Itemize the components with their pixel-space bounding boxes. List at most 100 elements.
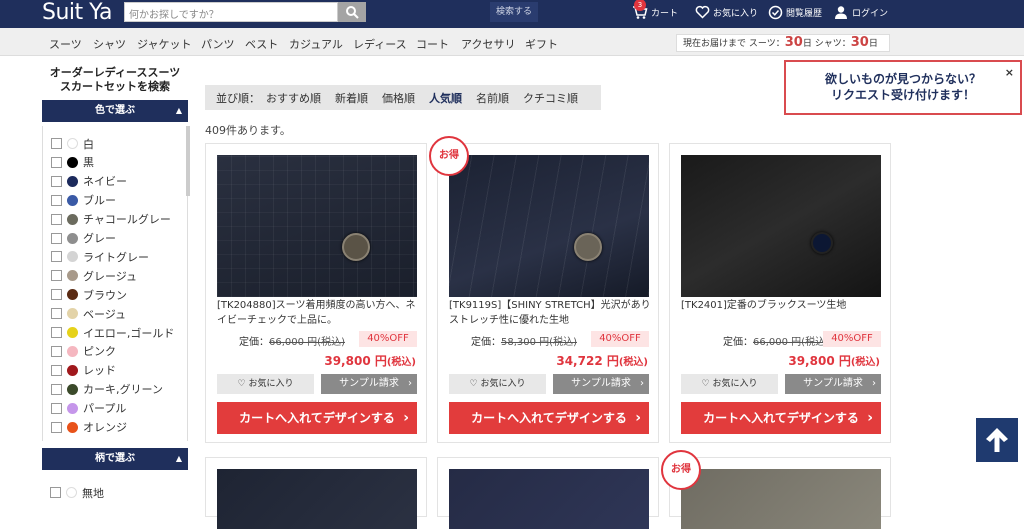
category-suits[interactable]: スーツ bbox=[49, 36, 82, 52]
color-option[interactable]: カーキ,グリーン bbox=[51, 380, 163, 399]
checkbox[interactable] bbox=[51, 327, 62, 338]
sample-request-button[interactable]: サンプル請求 › bbox=[553, 374, 649, 394]
list-price-label: 定価： bbox=[471, 337, 501, 348]
checkbox[interactable] bbox=[51, 402, 62, 414]
product-card[interactable]: [TK204880]スーツ着用頻度の高い方へ、ネイビーチェックで上品に。 定価：… bbox=[205, 143, 427, 443]
chevron-right-icon: › bbox=[640, 378, 644, 389]
color-option[interactable]: ブルー bbox=[51, 191, 116, 210]
sort-option-popular[interactable]: 人気順 bbox=[429, 90, 462, 106]
product-card[interactable]: [TK2401]定番のブラックスーツ生地 定価：66,000 円(税込) 40%… bbox=[669, 143, 891, 443]
sort-option-reviews[interactable]: クチコミ順 bbox=[523, 90, 578, 106]
fabric-image[interactable] bbox=[217, 155, 417, 297]
category-coats[interactable]: コート bbox=[416, 36, 449, 52]
color-swatch bbox=[67, 270, 78, 282]
category-ladies[interactable]: レディース bbox=[353, 36, 407, 52]
search-button[interactable] bbox=[338, 2, 366, 22]
delivery-day-unit-2: 日 bbox=[868, 39, 878, 49]
color-option[interactable]: ライトグレー bbox=[51, 247, 149, 266]
color-option[interactable]: ブラウン bbox=[51, 285, 127, 304]
delivery-prefix: 現在お届けまで bbox=[683, 39, 747, 49]
back-to-top-button[interactable] bbox=[976, 418, 1018, 462]
category-vests[interactable]: ベスト bbox=[245, 36, 278, 52]
category-accessories[interactable]: アクセサリ bbox=[461, 36, 515, 52]
product-title[interactable]: [TK204880]スーツ着用頻度の高い方へ、ネイビーチェックで上品に。 bbox=[217, 298, 421, 328]
product-card[interactable] bbox=[205, 457, 427, 529]
product-card[interactable] bbox=[437, 457, 659, 529]
checkbox[interactable] bbox=[51, 251, 62, 263]
arrow-up-icon bbox=[986, 428, 1008, 452]
sort-option-newest[interactable]: 新着順 bbox=[335, 90, 368, 106]
category-gifts[interactable]: ギフト bbox=[525, 36, 558, 52]
add-favorite-button[interactable]: ♡ お気に入り bbox=[217, 374, 314, 394]
sort-option-price[interactable]: 価格順 bbox=[382, 90, 415, 106]
color-filter-heading[interactable]: 色で選ぶ ▲ bbox=[42, 100, 188, 122]
product-card[interactable] bbox=[669, 457, 891, 529]
checkbox[interactable] bbox=[51, 213, 62, 225]
color-option-label: イエロー,ゴールド bbox=[83, 326, 175, 340]
checkbox[interactable] bbox=[51, 270, 62, 282]
checkbox[interactable] bbox=[51, 232, 62, 244]
sidebar-title-line2: スカートセットを検索 bbox=[60, 80, 170, 93]
pattern-option[interactable]: 無地 bbox=[50, 483, 104, 502]
checkbox[interactable] bbox=[51, 364, 62, 376]
color-option[interactable]: 白 bbox=[51, 134, 94, 153]
search-submit-button[interactable]: 検索する bbox=[490, 2, 538, 22]
fabric-image[interactable] bbox=[681, 155, 881, 297]
color-option[interactable]: 黒 bbox=[51, 153, 94, 172]
sample-request-button[interactable]: サンプル請求 › bbox=[785, 374, 881, 394]
product-title[interactable]: [TK9119S]【SHINY STRETCH】光沢がありストレッチ性に優れた生… bbox=[449, 298, 653, 328]
product-card[interactable]: [TK9119S]【SHINY STRETCH】光沢がありストレッチ性に優れた生… bbox=[437, 143, 659, 443]
search-input[interactable]: 何かお探しですか？ bbox=[124, 2, 338, 22]
sort-option-recommended[interactable]: おすすめ順 bbox=[266, 90, 321, 106]
color-option[interactable]: グレージュ bbox=[51, 266, 137, 285]
favorites-link[interactable]: お気に入り bbox=[695, 0, 758, 24]
deal-badge: お得 bbox=[429, 136, 469, 176]
checkbox[interactable] bbox=[51, 383, 62, 395]
favorite-label: お気に入り bbox=[480, 379, 526, 389]
close-icon[interactable]: × bbox=[1005, 65, 1014, 81]
category-shirts[interactable]: シャツ bbox=[93, 36, 126, 52]
add-favorite-button[interactable]: ♡ お気に入り bbox=[681, 374, 778, 394]
color-option[interactable]: チャコールグレー bbox=[51, 210, 171, 229]
login-link[interactable]: ログイン bbox=[834, 0, 888, 24]
color-option[interactable]: ベージュ bbox=[51, 304, 126, 323]
tax-label: (税込) bbox=[386, 357, 416, 368]
add-to-cart-button[interactable]: カートへ入れてデザインする › bbox=[449, 402, 649, 434]
color-option[interactable]: イエロー,ゴールド bbox=[51, 323, 174, 342]
history-link[interactable]: 閲覧履歴 bbox=[768, 0, 822, 24]
checkbox[interactable] bbox=[51, 175, 62, 187]
checkbox[interactable] bbox=[51, 138, 62, 149]
color-swatch bbox=[67, 383, 78, 395]
color-option-label: ベージュ bbox=[83, 307, 127, 321]
sort-option-name[interactable]: 名前順 bbox=[476, 90, 509, 106]
checkbox[interactable] bbox=[51, 308, 62, 320]
color-option[interactable]: パープル bbox=[51, 399, 126, 418]
product-title[interactable]: [TK2401]定番のブラックスーツ生地 bbox=[681, 298, 885, 313]
color-option[interactable]: ネイビー bbox=[51, 172, 127, 191]
checkbox[interactable] bbox=[50, 487, 61, 498]
color-option[interactable]: オレンジ bbox=[51, 418, 127, 437]
checkbox[interactable] bbox=[51, 345, 62, 357]
sample-request-button[interactable]: サンプル請求 › bbox=[321, 374, 417, 394]
pattern-filter-heading[interactable]: 柄で選ぶ ▲ bbox=[42, 448, 188, 470]
color-option[interactable]: グレー bbox=[51, 229, 116, 248]
checkbox[interactable] bbox=[51, 194, 62, 206]
category-jackets[interactable]: ジャケット bbox=[137, 36, 191, 52]
button-detail bbox=[811, 232, 833, 254]
category-pants[interactable]: パンツ bbox=[201, 36, 235, 52]
add-to-cart-button[interactable]: カートへ入れてデザインする › bbox=[217, 402, 417, 434]
checkbox[interactable] bbox=[51, 289, 62, 301]
checkbox[interactable] bbox=[51, 156, 62, 168]
color-option[interactable]: ピンク bbox=[51, 342, 116, 361]
checkbox[interactable] bbox=[51, 421, 62, 433]
sidebar-scrollbar[interactable] bbox=[186, 126, 190, 196]
add-to-cart-button[interactable]: カートへ入れてデザインする › bbox=[681, 402, 881, 434]
color-option[interactable]: レッド bbox=[51, 361, 116, 380]
color-option-label: ピンク bbox=[83, 345, 116, 359]
request-banner[interactable]: × 欲しいものが見つからない？ リクエスト受け付けます！ bbox=[784, 60, 1022, 115]
color-option-label: グレージュ bbox=[83, 269, 138, 283]
fabric-image[interactable] bbox=[449, 155, 649, 297]
category-casual[interactable]: カジュアル bbox=[289, 36, 343, 52]
site-logo[interactable]: Suit Ya bbox=[42, 1, 113, 25]
add-favorite-button[interactable]: ♡ お気に入り bbox=[449, 374, 546, 394]
